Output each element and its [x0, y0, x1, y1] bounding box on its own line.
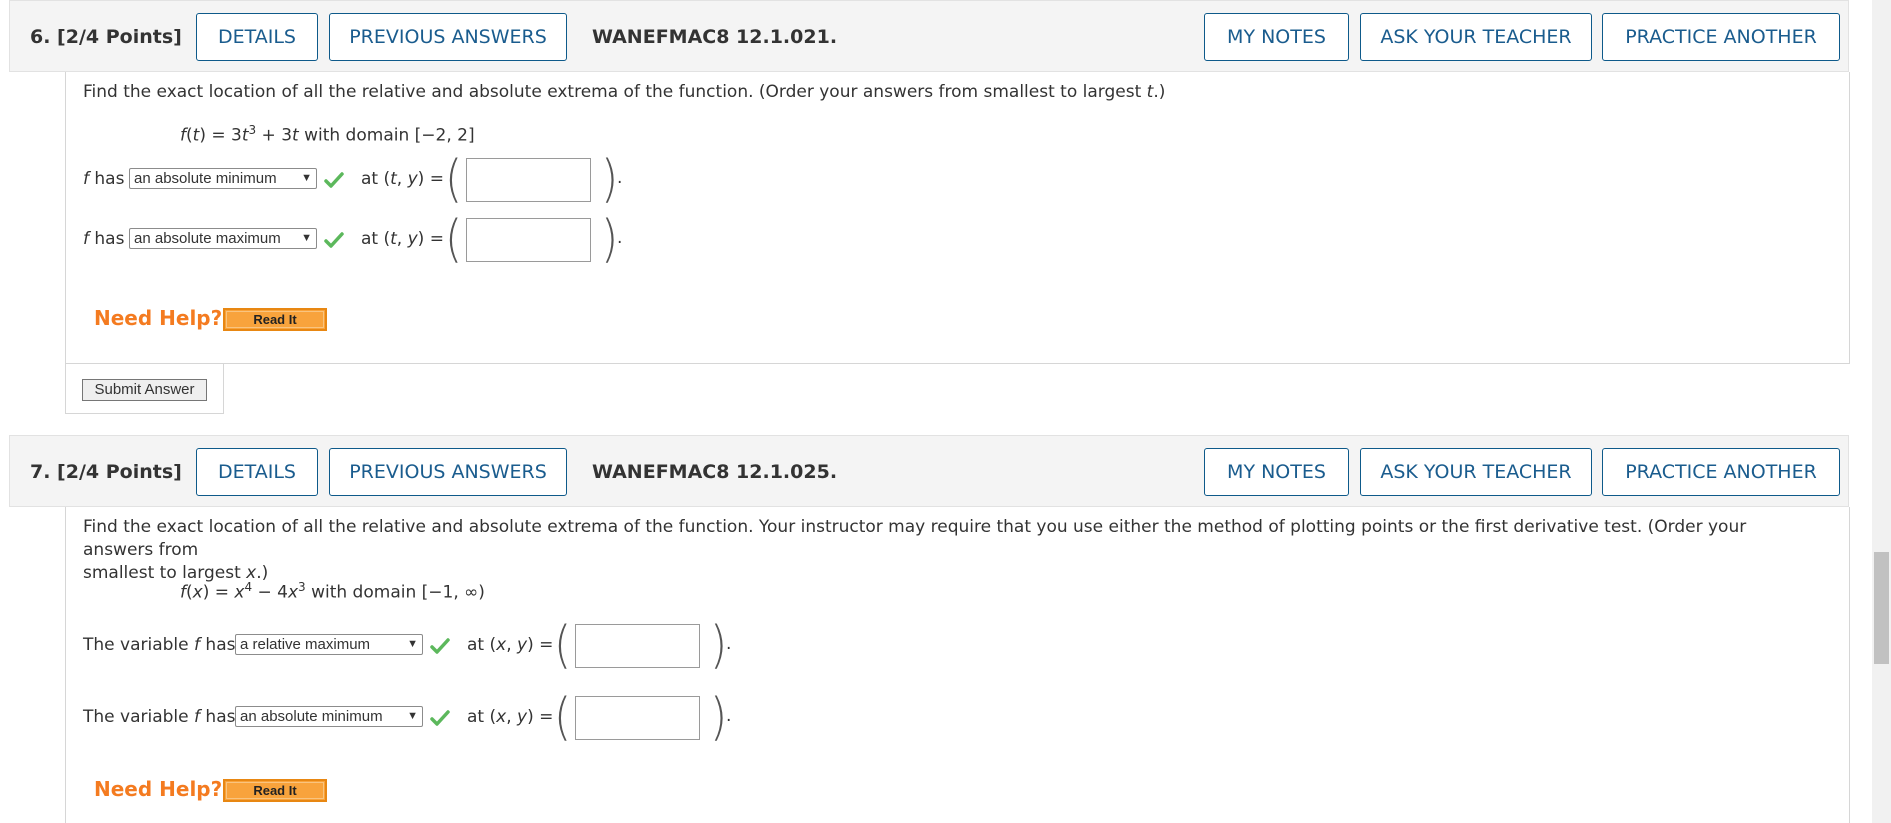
green-checkmark-icon — [430, 710, 450, 726]
chevron-down-icon: ▼ — [407, 710, 418, 722]
green-checkmark-icon — [324, 232, 344, 248]
green-checkmark-icon — [324, 172, 344, 188]
period: . — [726, 706, 732, 726]
question-7-formula: f(x) = x4 − 4x3 with domain [−1, ∞) — [180, 580, 485, 603]
close-paren: ) — [601, 150, 619, 209]
coordinate-label: at (x, y) = — [467, 707, 554, 727]
question-number: 7. [2/4 Points] — [30, 461, 182, 483]
question-6-formula: f(t) = 3t3 + 3t with domain [−2, 2] — [180, 123, 475, 146]
need-help-label: Need Help? — [94, 777, 223, 801]
extremum-type-select[interactable]: an absolute minimum ▼ — [235, 706, 423, 727]
question-6-prompt: Find the exact location of all the relat… — [83, 82, 1166, 102]
row-label: The variable f has — [83, 635, 236, 655]
my-notes-button[interactable]: MY NOTES — [1204, 13, 1349, 61]
read-it-button[interactable]: Read It — [223, 779, 327, 802]
green-checkmark-icon — [430, 638, 450, 654]
row-label: The variable f has — [83, 707, 236, 727]
coordinate-answer-input[interactable] — [466, 218, 591, 262]
close-paren: ) — [710, 616, 728, 675]
extremum-type-select[interactable]: an absolute minimum ▼ — [129, 168, 317, 189]
open-paren: ( — [445, 150, 463, 209]
chevron-down-icon: ▼ — [301, 172, 312, 184]
period: . — [726, 634, 732, 654]
vertical-scrollbar[interactable] — [1872, 0, 1891, 823]
answer-row: The variable f has a relative maximum ▼ a… — [83, 616, 743, 675]
question-code: WANEFMAC8 12.1.025. — [592, 461, 838, 483]
chevron-down-icon: ▼ — [301, 232, 312, 244]
extremum-type-select[interactable]: a relative maximum ▼ — [235, 634, 423, 655]
submit-answer-button[interactable]: Submit Answer — [82, 379, 207, 401]
question-code: WANEFMAC8 12.1.021. — [592, 26, 838, 48]
open-paren: ( — [445, 210, 463, 269]
extremum-type-select[interactable]: an absolute maximum ▼ — [129, 228, 317, 249]
coordinate-label: at (t, y) = — [361, 169, 444, 189]
practice-another-button[interactable]: PRACTICE ANOTHER — [1602, 448, 1840, 496]
answer-row: f has an absolute minimum ▼ at (t, y) = (… — [83, 150, 643, 209]
scrollbar-thumb[interactable] — [1874, 552, 1889, 664]
open-paren: ( — [554, 616, 572, 675]
ask-your-teacher-button[interactable]: ASK YOUR TEACHER — [1360, 13, 1592, 61]
details-button[interactable]: DETAILS — [196, 448, 318, 496]
question-number: 6. [2/4 Points] — [30, 26, 182, 48]
previous-answers-button[interactable]: PREVIOUS ANSWERS — [329, 448, 567, 496]
row-label: f has — [83, 229, 125, 249]
coordinate-label: at (x, y) = — [467, 635, 554, 655]
row-label: f has — [83, 169, 125, 189]
coordinate-answer-input[interactable] — [575, 624, 700, 668]
question-7-header: 7. [2/4 Points] DETAILS PREVIOUS ANSWERS… — [9, 435, 1849, 507]
question-7-prompt: Find the exact location of all the relat… — [83, 517, 1747, 583]
question-6-header: 6. [2/4 Points] DETAILS PREVIOUS ANSWERS… — [9, 0, 1849, 72]
open-paren: ( — [554, 688, 572, 747]
my-notes-button[interactable]: MY NOTES — [1204, 448, 1349, 496]
read-it-button[interactable]: Read It — [223, 308, 327, 331]
ask-your-teacher-button[interactable]: ASK YOUR TEACHER — [1360, 448, 1592, 496]
chevron-down-icon: ▼ — [407, 638, 418, 650]
practice-another-button[interactable]: PRACTICE ANOTHER — [1602, 13, 1840, 61]
coordinate-answer-input[interactable] — [575, 696, 700, 740]
close-paren: ) — [601, 210, 619, 269]
period: . — [617, 168, 623, 188]
period: . — [617, 228, 623, 248]
coordinate-label: at (t, y) = — [361, 229, 444, 249]
answer-row: The variable f has an absolute minimum ▼ … — [83, 688, 743, 747]
previous-answers-button[interactable]: PREVIOUS ANSWERS — [329, 13, 567, 61]
answer-row: f has an absolute maximum ▼ at (t, y) = (… — [83, 210, 643, 269]
details-button[interactable]: DETAILS — [196, 13, 318, 61]
close-paren: ) — [710, 688, 728, 747]
need-help-label: Need Help? — [94, 306, 223, 330]
coordinate-answer-input[interactable] — [466, 158, 591, 202]
